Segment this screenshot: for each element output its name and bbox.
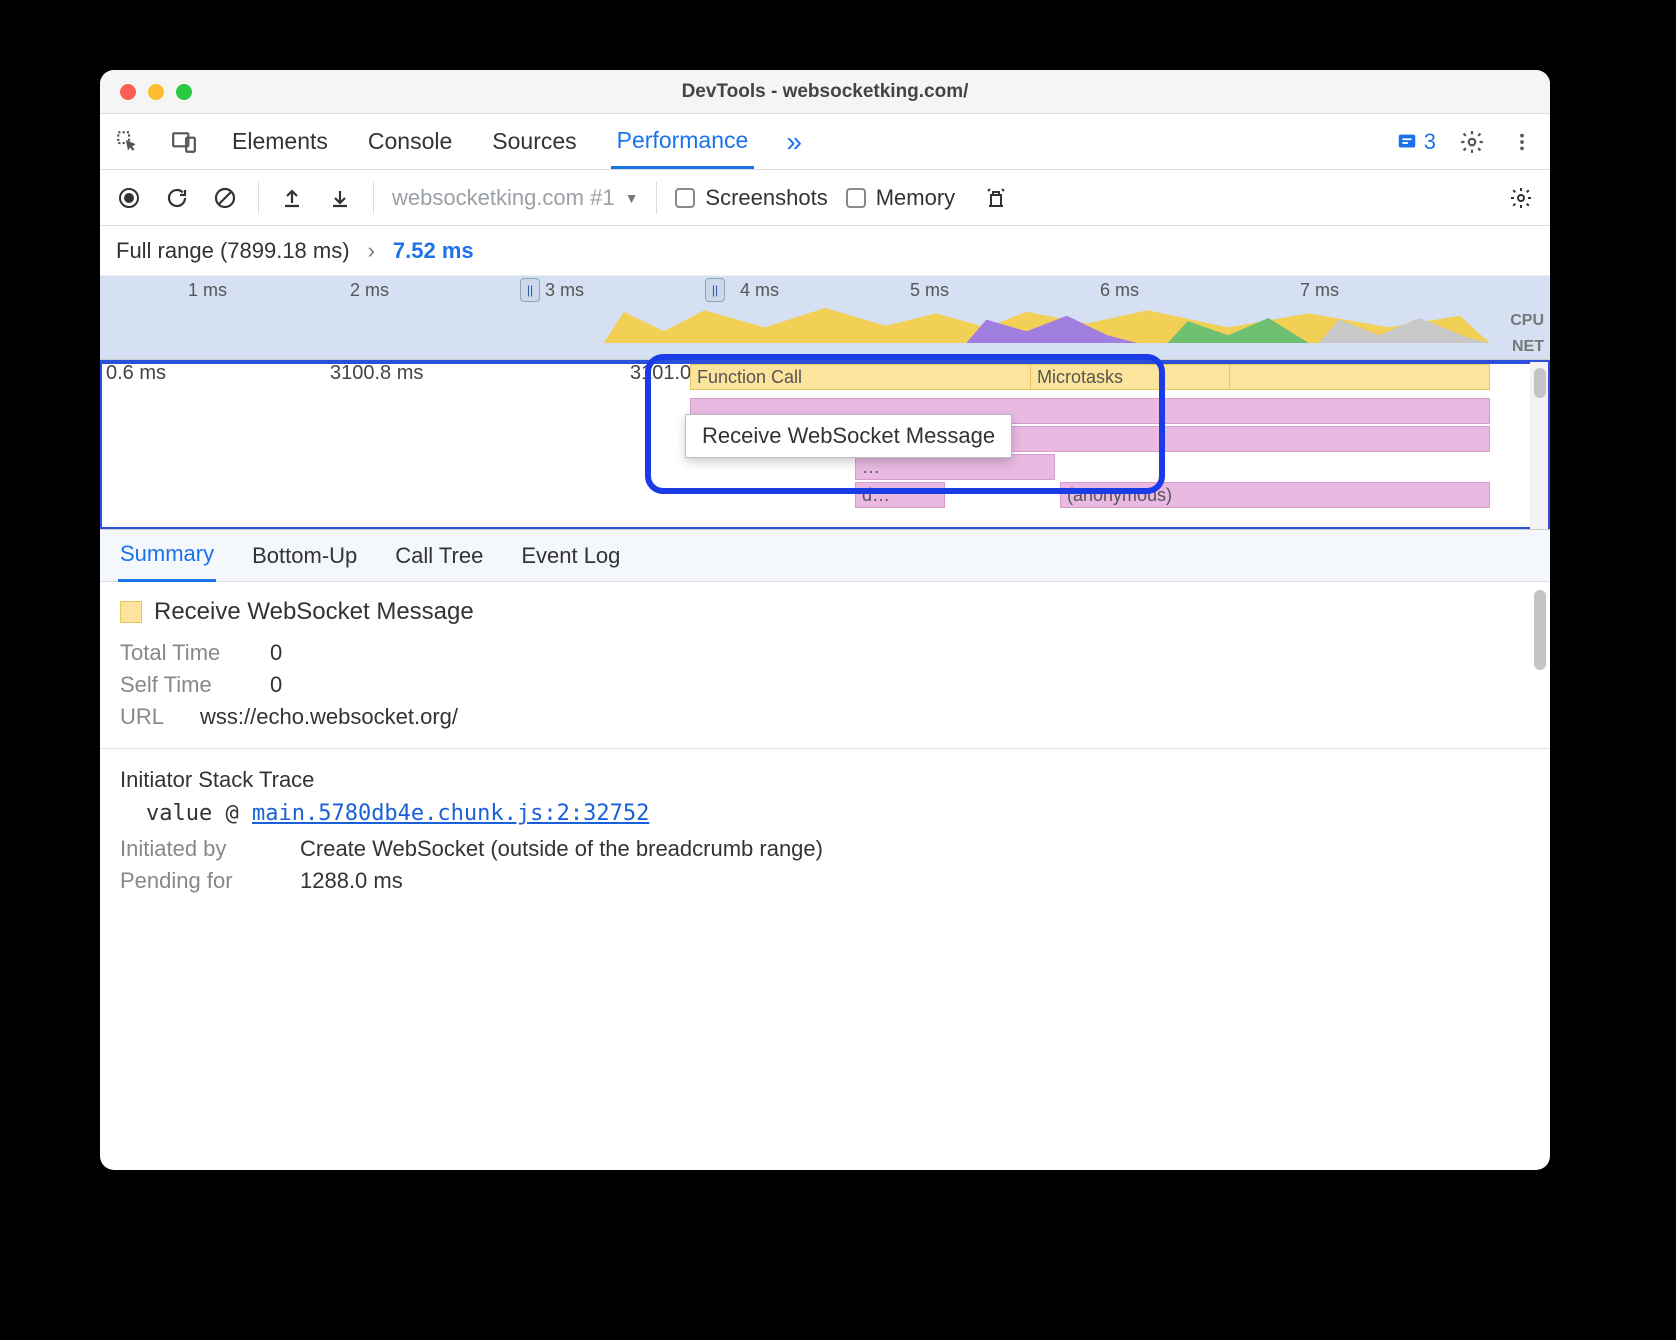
- range-handle-left[interactable]: ||: [520, 278, 540, 302]
- range-breadcrumb: Full range (7899.18 ms) › 7.52 ms: [100, 226, 1550, 276]
- recording-select[interactable]: websocketking.com #1 ▼: [392, 185, 638, 211]
- screenshots-label: Screenshots: [705, 185, 827, 211]
- overview-tick: 3 ms: [545, 280, 584, 301]
- tabs-overflow-button[interactable]: »: [786, 126, 802, 158]
- overview-tick: 5 ms: [910, 280, 949, 301]
- memory-label: Memory: [876, 185, 955, 211]
- minimize-window-button[interactable]: [148, 84, 164, 100]
- initiated-by-value: Create WebSocket (outside of the breadcr…: [300, 836, 823, 862]
- dtab-call-tree[interactable]: Call Tree: [393, 531, 485, 581]
- checkbox-box: [846, 188, 866, 208]
- stack-title: Initiator Stack Trace: [120, 767, 1530, 793]
- axis-tick: 3100.8 ms: [330, 362, 423, 385]
- dtab-event-log[interactable]: Event Log: [519, 531, 622, 581]
- kebab-menu-icon[interactable]: [1508, 128, 1536, 156]
- chevron-down-icon: ▼: [625, 190, 639, 206]
- self-time-label: Self Time: [120, 672, 250, 698]
- tab-sources[interactable]: Sources: [486, 116, 582, 167]
- url-label: URL: [120, 704, 180, 730]
- memory-checkbox[interactable]: Memory: [846, 185, 955, 211]
- devtools-window: DevTools - websocketking.com/ Elements C…: [100, 70, 1550, 1170]
- overview-tick: 1 ms: [188, 280, 227, 301]
- self-time-value: 0: [270, 672, 282, 698]
- details-scrollbar[interactable]: [1534, 590, 1546, 670]
- range-handle-right[interactable]: ||: [705, 278, 725, 302]
- checkbox-box: [675, 188, 695, 208]
- chevron-right-icon: ›: [368, 238, 375, 264]
- inspect-icon[interactable]: [114, 128, 142, 156]
- overview-tick: 7 ms: [1300, 280, 1339, 301]
- full-range-label[interactable]: Full range (7899.18 ms): [116, 238, 350, 264]
- traffic-lights: [100, 84, 192, 100]
- selected-range-label[interactable]: 7.52 ms: [393, 238, 474, 264]
- pending-for-label: Pending for: [120, 868, 280, 894]
- overview-tick: 4 ms: [740, 280, 779, 301]
- download-profile-button[interactable]: [325, 183, 355, 213]
- close-window-button[interactable]: [120, 84, 136, 100]
- tab-performance[interactable]: Performance: [611, 115, 755, 169]
- dtab-bottom-up[interactable]: Bottom-Up: [250, 531, 359, 581]
- flamechart-scrollbar[interactable]: [1530, 362, 1548, 529]
- initiated-by-label: Initiated by: [120, 836, 280, 862]
- flamechart[interactable]: 0.6 ms 3100.8 ms 3101.0 ms 3101.2 ms 310…: [100, 360, 1550, 530]
- stack-fn: value: [146, 801, 212, 826]
- panel-tabs: Elements Console Sources Performance » 3: [100, 114, 1550, 170]
- stack-at: @: [225, 801, 238, 826]
- upload-profile-button[interactable]: [277, 183, 307, 213]
- overview-tick: 6 ms: [1100, 280, 1139, 301]
- url-value: wss://echo.websocket.org/: [200, 704, 458, 730]
- details-tabs: Summary Bottom-Up Call Tree Event Log: [100, 530, 1550, 582]
- tab-elements[interactable]: Elements: [226, 116, 334, 167]
- reload-record-button[interactable]: [162, 183, 192, 213]
- window-title: DevTools - websocketking.com/: [100, 81, 1550, 103]
- summary-panel: Receive WebSocket Message Total Time 0 Se…: [100, 582, 1550, 1170]
- device-toggle-icon[interactable]: [170, 128, 198, 156]
- record-button[interactable]: [114, 183, 144, 213]
- flame-tooltip: Receive WebSocket Message: [685, 414, 1012, 458]
- total-time-label: Total Time: [120, 640, 250, 666]
- maximize-window-button[interactable]: [176, 84, 192, 100]
- issues-count: 3: [1424, 129, 1436, 155]
- pending-for-value: 1288.0 ms: [300, 868, 403, 894]
- dtab-summary[interactable]: Summary: [118, 529, 216, 582]
- overview-tick: 2 ms: [350, 280, 389, 301]
- tab-console[interactable]: Console: [362, 116, 458, 167]
- issues-badge[interactable]: 3: [1396, 129, 1436, 155]
- recording-select-label: websocketking.com #1: [392, 185, 615, 211]
- event-name: Receive WebSocket Message: [154, 598, 474, 626]
- overview-flames: [100, 304, 1490, 343]
- collect-garbage-button[interactable]: [981, 183, 1011, 213]
- clear-button[interactable]: [210, 183, 240, 213]
- axis-tick: 0.6 ms: [106, 362, 166, 385]
- capture-settings-gear-icon[interactable]: [1506, 183, 1536, 213]
- event-color-swatch: [120, 601, 142, 623]
- total-time-value: 0: [270, 640, 282, 666]
- stack-link[interactable]: main.5780db4e.chunk.js:2:32752: [252, 801, 649, 826]
- screenshots-checkbox[interactable]: Screenshots: [675, 185, 827, 211]
- overview-minimap[interactable]: 1 ms 2 ms 3 ms 4 ms 5 ms 6 ms 7 ms || ||…: [100, 276, 1550, 360]
- cpu-track-label: CPU: [1510, 312, 1544, 330]
- perf-toolbar: websocketking.com #1 ▼ Screenshots Memor…: [100, 170, 1550, 226]
- settings-gear-icon[interactable]: [1458, 128, 1486, 156]
- net-track-label: NET: [1512, 338, 1544, 356]
- titlebar: DevTools - websocketking.com/: [100, 70, 1550, 114]
- initiator-stack: Initiator Stack Trace value @ main.5780d…: [120, 767, 1530, 826]
